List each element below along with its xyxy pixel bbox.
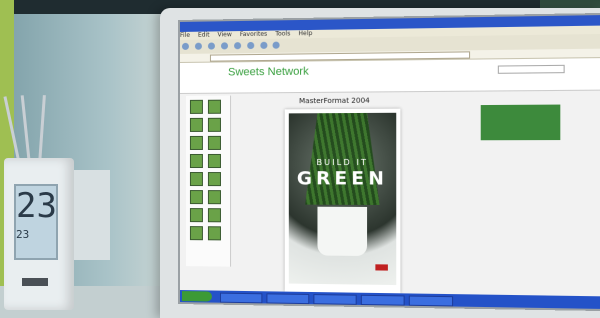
thumbnail-sidebar: [186, 96, 231, 267]
menu-edit[interactable]: Edit: [198, 32, 210, 39]
back-icon[interactable]: [182, 43, 189, 50]
clock-slot: [22, 278, 48, 286]
page-thumbnail[interactable]: [190, 100, 203, 114]
page-thumbnail[interactable]: [190, 118, 203, 132]
page-thumbnail[interactable]: [190, 154, 203, 168]
page-thumbnail[interactable]: [208, 100, 221, 114]
plant-pot: [317, 207, 367, 256]
pencil-cup: [70, 170, 110, 260]
home-icon[interactable]: [234, 42, 241, 49]
site-search-input[interactable]: [498, 65, 565, 74]
page-thumbnail[interactable]: [208, 190, 221, 204]
cover-headline-top: BUILD IT: [289, 158, 396, 167]
clock-big-digits: 23: [16, 186, 57, 226]
magazine-page[interactable]: BUILD IT GREEN: [285, 109, 401, 294]
page-thumbnail[interactable]: [190, 226, 203, 240]
promo-banner[interactable]: [481, 105, 561, 141]
page-thumbnail[interactable]: [190, 172, 203, 186]
menu-help[interactable]: Help: [298, 30, 312, 37]
page-thumbnail[interactable]: [208, 172, 221, 186]
magazine-cover: BUILD IT GREEN: [289, 113, 396, 285]
menu-view[interactable]: View: [217, 31, 231, 38]
page-thumbnail[interactable]: [190, 208, 203, 222]
taskbar-item[interactable]: [361, 295, 405, 306]
page-thumbnail[interactable]: [208, 208, 221, 222]
menu-favorites[interactable]: Favorites: [240, 31, 267, 38]
cover-logo-badge: [375, 264, 388, 270]
clock-small-digits: 23: [16, 228, 29, 241]
search-icon[interactable]: [247, 42, 254, 49]
taskbar-item[interactable]: [409, 296, 453, 307]
menu-file[interactable]: File: [180, 32, 190, 39]
forward-icon[interactable]: [195, 43, 202, 50]
viewer-toolbar: MasterFormat 2004: [238, 96, 466, 108]
desk-clock: 23 23: [4, 158, 74, 310]
refresh-icon[interactable]: [221, 42, 228, 49]
page-thumbnail[interactable]: [190, 190, 203, 204]
taskbar-item[interactable]: [220, 293, 262, 304]
viewer-title: MasterFormat 2004: [299, 97, 370, 106]
page-thumbnail[interactable]: [208, 118, 221, 132]
taskbar-item[interactable]: [266, 293, 309, 304]
cover-headline: GREEN: [289, 168, 396, 190]
history-icon[interactable]: [273, 42, 280, 49]
monitor-screen: File Edit View Favorites Tools Help Swee…: [178, 13, 600, 311]
taskbar-item[interactable]: [313, 294, 356, 305]
page-thumbnail[interactable]: [208, 154, 221, 168]
site-logo[interactable]: Sweets Network: [228, 66, 309, 79]
page-thumbnail[interactable]: [190, 136, 203, 150]
menu-tools[interactable]: Tools: [275, 30, 290, 37]
favorites-icon[interactable]: [260, 42, 267, 49]
page-thumbnail[interactable]: [208, 226, 221, 240]
start-button[interactable]: [182, 291, 212, 301]
page-thumbnail[interactable]: [208, 136, 221, 150]
stop-icon[interactable]: [208, 42, 215, 49]
